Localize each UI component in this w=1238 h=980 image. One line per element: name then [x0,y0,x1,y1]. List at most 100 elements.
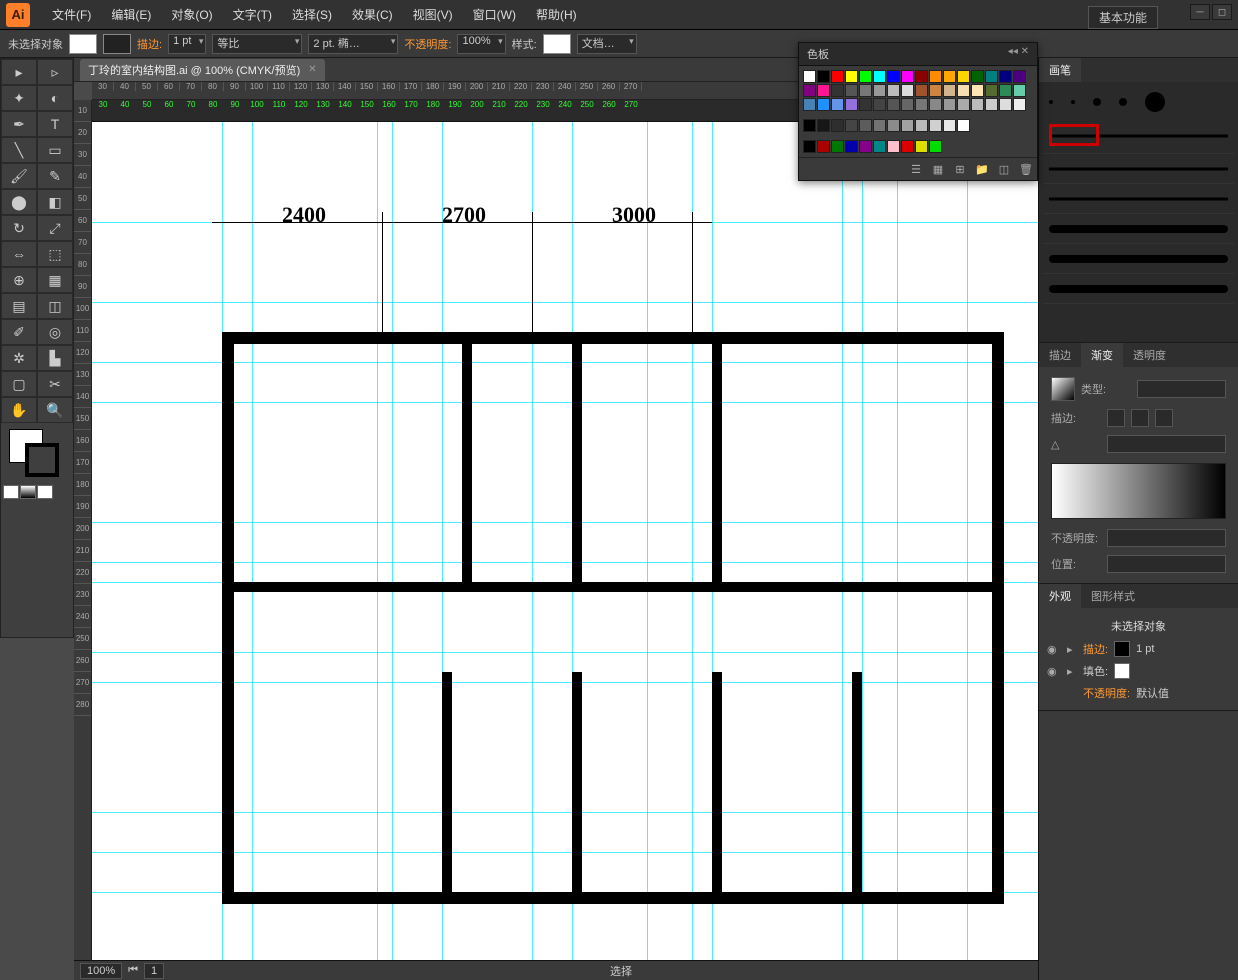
swatch-cell[interactable] [957,84,970,97]
swatch-cell[interactable] [999,84,1012,97]
swatch-cell[interactable] [957,98,970,111]
free-transform-tool[interactable]: ⬚ [37,241,73,267]
swatch-cell[interactable] [859,70,872,83]
menu-edit[interactable]: 编辑(E) [101,2,161,27]
swatch-cell[interactable] [1013,70,1026,83]
swatch-cell[interactable] [873,119,886,132]
brush-list[interactable] [1039,82,1238,342]
slice-tool[interactable]: ✂ [37,371,73,397]
swatches-gray-row[interactable] [799,115,1037,136]
brush-preset[interactable] [1119,98,1127,106]
swatch-cell[interactable] [845,98,858,111]
stroke-profile-dropdown[interactable]: 等比 [212,34,302,54]
width-tool[interactable]: ⇔ [1,241,37,267]
new-group-icon[interactable]: 📁 [975,162,989,176]
swatch-cell[interactable] [929,119,942,132]
appearance-stroke-row[interactable]: ◉ ▸ 描边: 1 pt [1045,638,1232,660]
swatch-cell[interactable] [803,84,816,97]
tab-graphic-styles[interactable]: 图形样式 [1081,584,1145,608]
swatches-accent-row[interactable] [799,136,1037,157]
swatch-cell[interactable] [929,70,942,83]
swatch-cell[interactable] [873,84,886,97]
swatch-cell[interactable] [873,70,886,83]
blend-tool[interactable]: ◎ [37,319,73,345]
none-mode-icon[interactable] [37,485,53,499]
zoom-level[interactable]: 100% [80,963,122,979]
swatch-cell[interactable] [887,84,900,97]
swatch-cell[interactable] [859,140,872,153]
gradient-mode-icon[interactable] [20,485,36,499]
gradient-thumb[interactable] [1051,377,1075,401]
color-mode-icon[interactable] [3,485,19,499]
rotate-tool[interactable]: ↻ [1,215,37,241]
swatch-cell[interactable] [957,119,970,132]
menu-help[interactable]: 帮助(H) [526,2,587,27]
tab-stroke[interactable]: 描边 [1039,343,1081,367]
swatch-cell[interactable] [803,119,816,132]
swatch-cell[interactable] [901,140,914,153]
eraser-tool[interactable]: ◧ [37,189,73,215]
swatch-options-icon[interactable]: ⊞ [953,162,967,176]
stroke-weight-dropdown[interactable]: 1 pt [168,34,206,54]
menu-file[interactable]: 文件(F) [42,2,101,27]
swatch-libraries-icon[interactable]: ☰ [909,162,923,176]
mesh-tool[interactable]: ▤ [1,293,37,319]
gradient-tool[interactable]: ◫ [37,293,73,319]
swatch-cell[interactable] [859,84,872,97]
visibility-icon[interactable]: ◉ [1047,643,1061,656]
swatch-kind-icon[interactable]: ▦ [931,162,945,176]
artboard-tool[interactable]: ▢ [1,371,37,397]
swatch-cell[interactable] [901,119,914,132]
gradient-angle[interactable] [1107,435,1226,453]
swatches-panel-header[interactable]: 色板 ◂◂ ✕ [799,43,1037,66]
swatch-cell[interactable] [887,98,900,111]
swatch-cell[interactable] [929,140,942,153]
brush-preset[interactable] [1043,214,1234,244]
swatch-cell[interactable] [831,119,844,132]
panel-close-icon[interactable]: ◂◂ ✕ [1008,46,1029,62]
swatch-cell[interactable] [957,70,970,83]
swatch-cell[interactable] [859,98,872,111]
swatch-cell[interactable] [887,119,900,132]
swatch-cell[interactable] [943,119,956,132]
swatch-cell[interactable] [831,98,844,111]
menu-view[interactable]: 视图(V) [403,2,463,27]
swatch-cell[interactable] [873,98,886,111]
swatch-cell[interactable] [971,98,984,111]
stroke-align-2[interactable] [1131,409,1149,427]
tab-brushes[interactable]: 画笔 [1039,58,1081,82]
eyedropper-tool[interactable]: ✐ [1,319,37,345]
type-tool[interactable]: T [37,111,73,137]
brush-preset[interactable] [1043,244,1234,274]
tab-appearance[interactable]: 外观 [1039,584,1081,608]
brush-preset[interactable] [1093,98,1101,106]
gradient-type-dropdown[interactable] [1137,380,1226,398]
grad-position-input[interactable] [1107,555,1226,573]
swatch-cell[interactable] [803,98,816,111]
swatch-cell[interactable] [873,140,886,153]
menu-select[interactable]: 选择(S) [282,2,342,27]
visibility-icon[interactable]: ◉ [1047,665,1061,678]
page-number[interactable]: 1 [144,963,164,979]
appearance-panel[interactable]: 外观 图形样式 未选择对象 ◉ ▸ 描边: 1 pt ◉ ▸ 填色: 不透明度:… [1039,584,1238,711]
swatch-cell[interactable] [1013,98,1026,111]
swatch-cell[interactable] [943,84,956,97]
brush-preset[interactable] [1071,100,1075,104]
fill-stroke-control[interactable] [1,423,73,483]
swatch-cell[interactable] [845,119,858,132]
delete-swatch-icon[interactable]: 🗑 [1019,162,1033,176]
close-tab-icon[interactable]: ✕ [308,64,316,75]
swatches-panel[interactable]: 色板 ◂◂ ✕ ☰ ▦ ⊞ 📁 ◫ 🗑 [798,42,1038,181]
appearance-fill-row[interactable]: ◉ ▸ 填色: [1045,660,1232,682]
scale-tool[interactable]: ⤢ [37,215,73,241]
swatch-cell[interactable] [817,140,830,153]
swatch-cell[interactable] [943,98,956,111]
minimize-button[interactable]: ─ [1190,4,1210,20]
swatch-cell[interactable] [929,84,942,97]
expand-icon[interactable]: ▸ [1067,665,1077,678]
ruler-vertical[interactable]: 1020304050607080901001101201301401501601… [74,100,92,960]
workspace-switcher[interactable]: 基本功能 [1088,6,1158,29]
swatches-grid[interactable] [799,66,1037,115]
swatch-cell[interactable] [845,140,858,153]
graph-tool[interactable]: ▙ [37,345,73,371]
